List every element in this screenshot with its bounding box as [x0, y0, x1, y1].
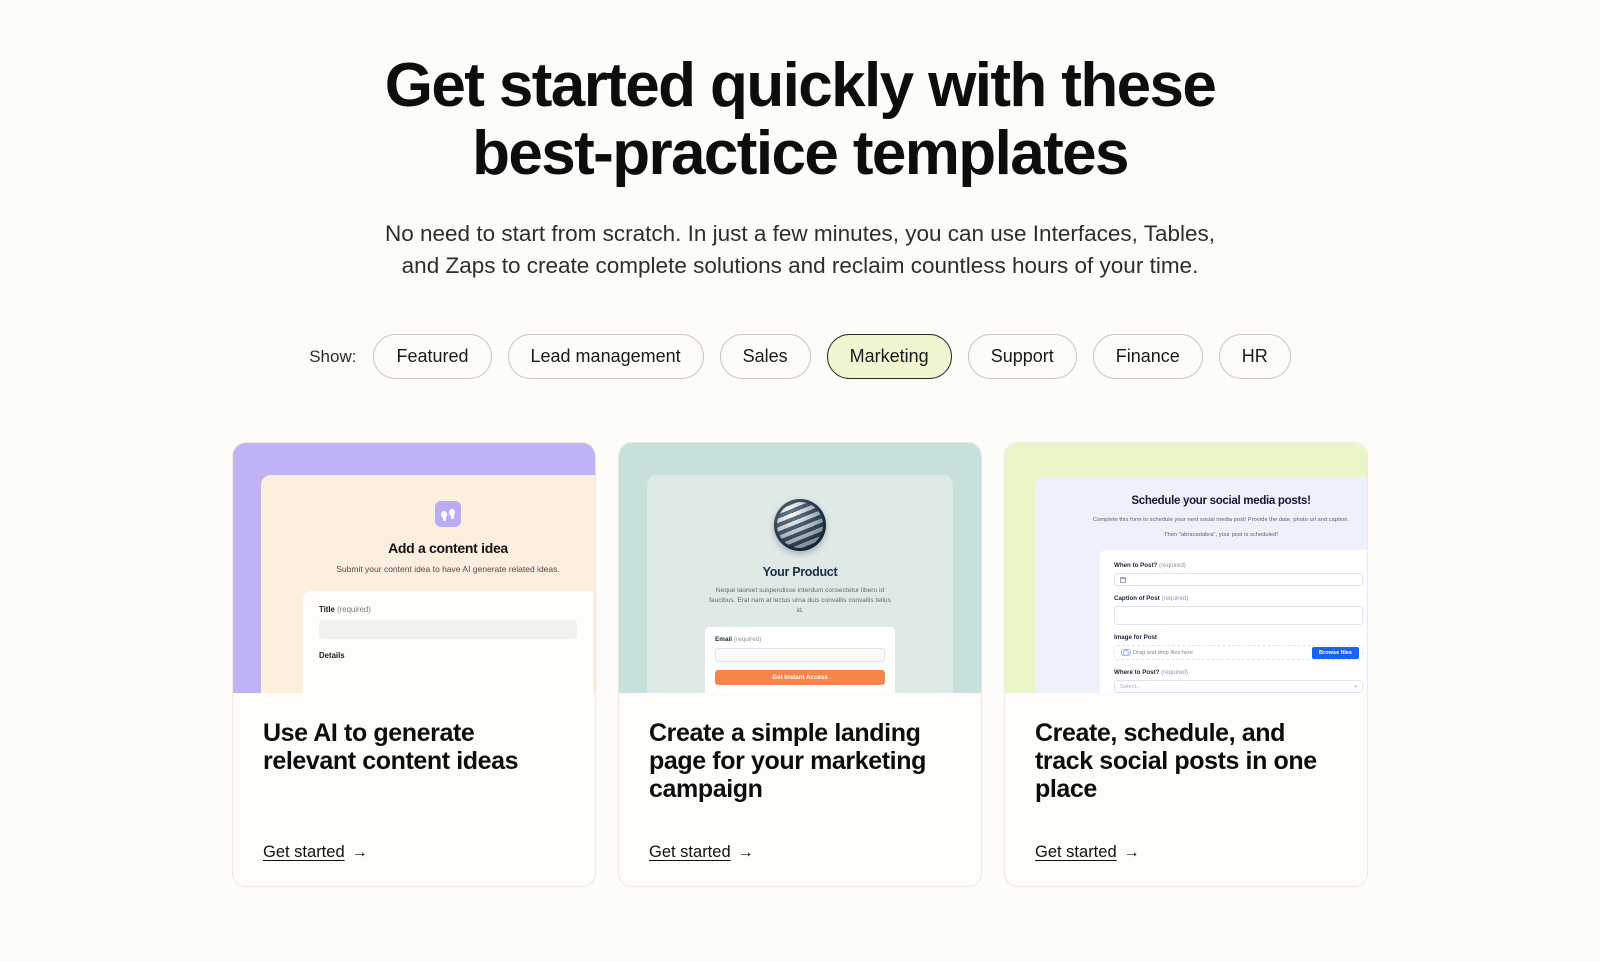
card-preview-image: Add a content idea Submit your content i…	[233, 443, 595, 693]
page-subtitle: No need to start from scratch. In just a…	[0, 218, 1600, 282]
card-preview-image: Schedule your social media posts! Comple…	[1005, 443, 1367, 693]
subtitle-line-2: and Zaps to create complete solutions an…	[401, 253, 1199, 278]
preview-submit-button[interactable]: Get Instant Access	[715, 670, 885, 685]
preview-subtitle: Submit your content idea to have AI gene…	[336, 564, 560, 574]
preview-title: Schedule your social media posts!	[1131, 495, 1311, 507]
preview-field-label-image: Image for Post	[1114, 634, 1157, 641]
preview-field-label: Email (required)	[715, 636, 762, 643]
card-body: Use AI to generate relevant content idea…	[233, 693, 595, 886]
filter-bar: Show: Featured Lead management Sales Mar…	[0, 334, 1600, 379]
preview-panel: Add a content idea Submit your content i…	[261, 475, 595, 693]
preview-where-select[interactable]: Select... ▾	[1114, 680, 1363, 693]
chevron-down-icon: ▾	[1354, 683, 1357, 690]
preview-form: Email (required) Get Instant Access	[705, 627, 895, 693]
preview-panel: Schedule your social media posts! Comple…	[1035, 477, 1367, 693]
template-card-grid: Add a content idea Submit your content i…	[0, 442, 1600, 887]
subtitle-line-1: No need to start from scratch. In just a…	[385, 221, 1215, 246]
headline-line-2: best-practice templates	[472, 119, 1129, 188]
get-started-link[interactable]: Get started →	[649, 803, 754, 862]
filter-chip-hr[interactable]: HR	[1218, 334, 1291, 379]
get-started-link[interactable]: Get started →	[1035, 803, 1140, 862]
template-card[interactable]: Your Product Neque laoreet suspendisse i…	[618, 442, 982, 887]
preview-title: Add a content idea	[388, 540, 508, 556]
preview-form: Title (required) Details	[303, 591, 593, 693]
get-started-label: Get started	[649, 843, 731, 861]
template-card[interactable]: Add a content idea Submit your content i…	[232, 442, 596, 887]
preview-file-dropzone[interactable]: Drag and drop files here Browse files	[1114, 645, 1363, 660]
browse-files-button[interactable]: Browse files	[1312, 646, 1359, 659]
template-card[interactable]: Schedule your social media posts! Comple…	[1004, 442, 1368, 887]
preview-email-input[interactable]	[715, 648, 885, 662]
card-title: Create a simple landing page for your ma…	[649, 719, 926, 803]
card-title: Use AI to generate relevant content idea…	[263, 719, 519, 775]
dropzone-hint: Drag and drop files here	[1121, 649, 1193, 656]
preview-field-label-caption: Caption of Post (required)	[1114, 595, 1189, 602]
card-body: Create, schedule, and track social posts…	[1005, 693, 1367, 886]
headline-line-1: Get started quickly with these	[384, 51, 1217, 120]
card-preview-image: Your Product Neque laoreet suspendisse i…	[619, 443, 981, 693]
filter-chip-lead-management[interactable]: Lead management	[507, 334, 704, 379]
filter-chip-marketing[interactable]: Marketing	[826, 334, 952, 379]
globe-icon	[774, 499, 826, 551]
preview-form: When to Post? (required) Caption of Post…	[1100, 550, 1367, 693]
templates-page: Get started quickly with these best-prac…	[0, 0, 1600, 962]
preview-subtitle: Neque laoreet suspendisse interdum conse…	[709, 587, 891, 614]
preview-field-label-where: Where to Post? (required)	[1114, 669, 1188, 676]
calendar-icon	[1120, 576, 1126, 583]
preview-text-input[interactable]	[319, 620, 577, 639]
get-started-label: Get started	[263, 843, 345, 861]
arrow-right-icon: →	[351, 843, 368, 861]
show-label: Show:	[309, 346, 357, 366]
get-started-link[interactable]: Get started →	[263, 803, 368, 862]
preview-subtitle: Complete this form to schedule your next…	[1092, 517, 1350, 523]
get-started-label: Get started	[1035, 843, 1117, 861]
preview-field-label-details: Details	[319, 651, 345, 660]
preview-caption-textarea[interactable]	[1114, 606, 1363, 625]
preview-field-label-when: When to Post? (required)	[1114, 562, 1186, 569]
card-title: Create, schedule, and track social posts…	[1035, 719, 1317, 803]
cloud-upload-icon	[1121, 649, 1131, 656]
arrow-right-icon: →	[1123, 843, 1140, 861]
page-title: Get started quickly with these best-prac…	[0, 52, 1600, 188]
filter-chip-support[interactable]: Support	[967, 334, 1077, 379]
arrow-right-icon: →	[737, 843, 754, 861]
preview-field-label: Title (required)	[319, 605, 371, 614]
select-placeholder: Select...	[1120, 683, 1141, 690]
filter-chip-finance[interactable]: Finance	[1092, 334, 1203, 379]
preview-panel: Your Product Neque laoreet suspendisse i…	[647, 475, 953, 693]
card-body: Create a simple landing page for your ma…	[619, 693, 981, 886]
preview-title: Your Product	[762, 565, 838, 579]
filter-chip-sales[interactable]: Sales	[719, 334, 811, 379]
lightbulbs-icon	[435, 501, 461, 527]
preview-subtitle-2: Then "abracadabra", your post is schedul…	[1163, 532, 1278, 538]
filter-chip-featured[interactable]: Featured	[373, 334, 492, 379]
preview-date-input[interactable]	[1114, 573, 1363, 586]
